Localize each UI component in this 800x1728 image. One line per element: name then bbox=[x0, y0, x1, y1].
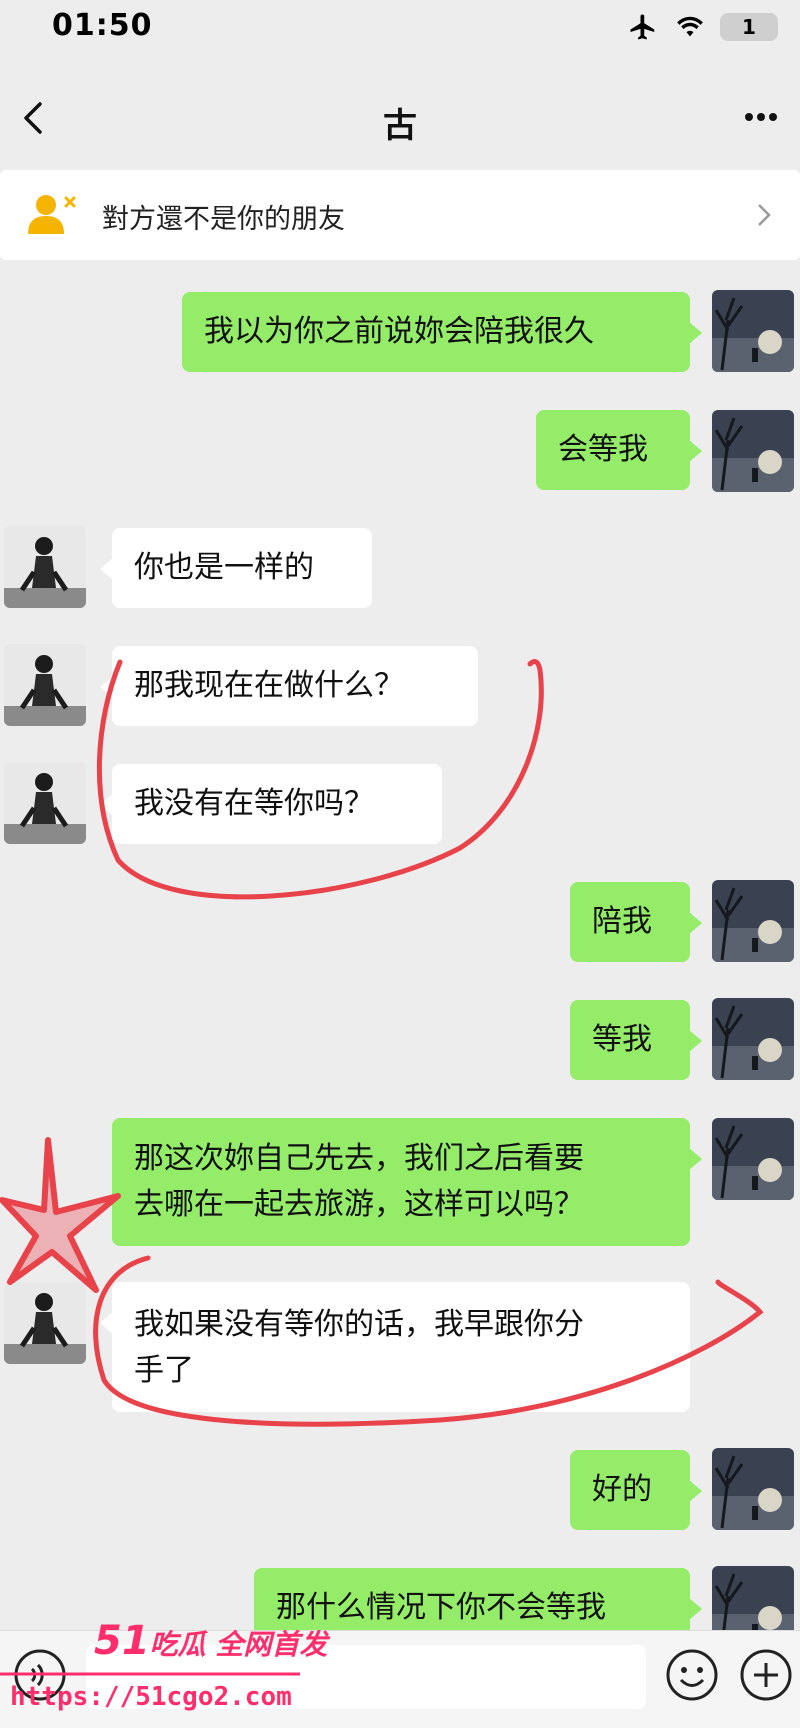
message-bubble[interactable]: 好的 bbox=[570, 1450, 702, 1530]
contact-avatar[interactable] bbox=[4, 644, 86, 726]
emoji-icon[interactable] bbox=[664, 1647, 720, 1703]
message-bubble[interactable]: 那这次妳自己先去，我们之后看要 去哪在一起去旅游，这样可以吗？ bbox=[112, 1118, 702, 1246]
my-avatar[interactable] bbox=[712, 880, 794, 962]
message-bubble[interactable]: 你也是一样的 bbox=[100, 528, 372, 608]
airplane-icon bbox=[630, 14, 655, 40]
moonlit-tree-avatar-image bbox=[712, 1448, 794, 1530]
contact-avatar[interactable] bbox=[4, 1282, 86, 1364]
status-icons: 1 bbox=[626, 12, 778, 42]
moonlit-tree-avatar-image bbox=[712, 410, 794, 492]
more-icon[interactable] bbox=[736, 92, 786, 142]
watermark-brand-number: 51 bbox=[94, 1618, 150, 1664]
message-bubble[interactable]: 会等我 bbox=[536, 410, 702, 490]
moonlit-tree-avatar-image bbox=[712, 998, 794, 1080]
message-bubble[interactable]: 我以为你之前说妳会陪我很久 bbox=[182, 292, 702, 372]
wifi-icon bbox=[677, 16, 703, 37]
my-avatar[interactable] bbox=[712, 998, 794, 1080]
not-friend-banner[interactable]: 對方還不是你的朋友 bbox=[0, 170, 800, 260]
contact-photo-image bbox=[4, 762, 86, 844]
my-avatar[interactable] bbox=[712, 410, 794, 492]
my-avatar[interactable] bbox=[712, 1118, 794, 1200]
watermark: 51吃瓜 全网首发 https://51cgo2.com bbox=[0, 1610, 330, 1727]
chat-header: 古 bbox=[0, 64, 800, 172]
my-avatar[interactable] bbox=[712, 1448, 794, 1530]
moonlit-tree-avatar-image bbox=[712, 880, 794, 962]
watermark-brand: 51吃瓜 全网首发 bbox=[94, 1618, 327, 1664]
battery-level: 1 bbox=[742, 15, 756, 39]
contact-avatar[interactable] bbox=[4, 526, 86, 608]
battery-indicator: 1 bbox=[720, 13, 778, 41]
moonlit-tree-avatar-image bbox=[712, 1118, 794, 1200]
watermark-underline bbox=[0, 1672, 300, 1676]
user-remove-icon bbox=[28, 195, 76, 234]
chevron-right-icon bbox=[758, 204, 771, 226]
contact-photo-image bbox=[4, 1282, 86, 1364]
red-star-annotation bbox=[0, 1137, 121, 1293]
message-bubble[interactable]: 我没有在等你吗？ bbox=[100, 764, 442, 844]
watermark-brand-text: 吃瓜 全网首发 bbox=[149, 1628, 328, 1661]
plus-icon[interactable] bbox=[738, 1647, 794, 1703]
message-bubble[interactable]: 我如果没有等你的话，我早跟你分 手了 bbox=[100, 1282, 690, 1412]
status-bar: 01:50 1 bbox=[0, 0, 800, 56]
not-friend-text: 對方還不是你的朋友 bbox=[102, 204, 345, 235]
contact-avatar[interactable] bbox=[4, 762, 86, 844]
status-time: 01:50 bbox=[52, 8, 153, 43]
watermark-url: https://51cgo2.com bbox=[10, 1682, 292, 1712]
chat-title: 古 bbox=[383, 106, 417, 146]
contact-photo-image bbox=[4, 644, 86, 726]
message-bubble[interactable]: 那我现在在做什么？ bbox=[100, 646, 478, 726]
message-bubble[interactable]: 等我 bbox=[570, 1000, 702, 1080]
my-avatar[interactable] bbox=[712, 290, 794, 372]
message-bubble[interactable]: 陪我 bbox=[570, 882, 702, 962]
moonlit-tree-avatar-image bbox=[712, 290, 794, 372]
contact-photo-image bbox=[4, 526, 86, 608]
